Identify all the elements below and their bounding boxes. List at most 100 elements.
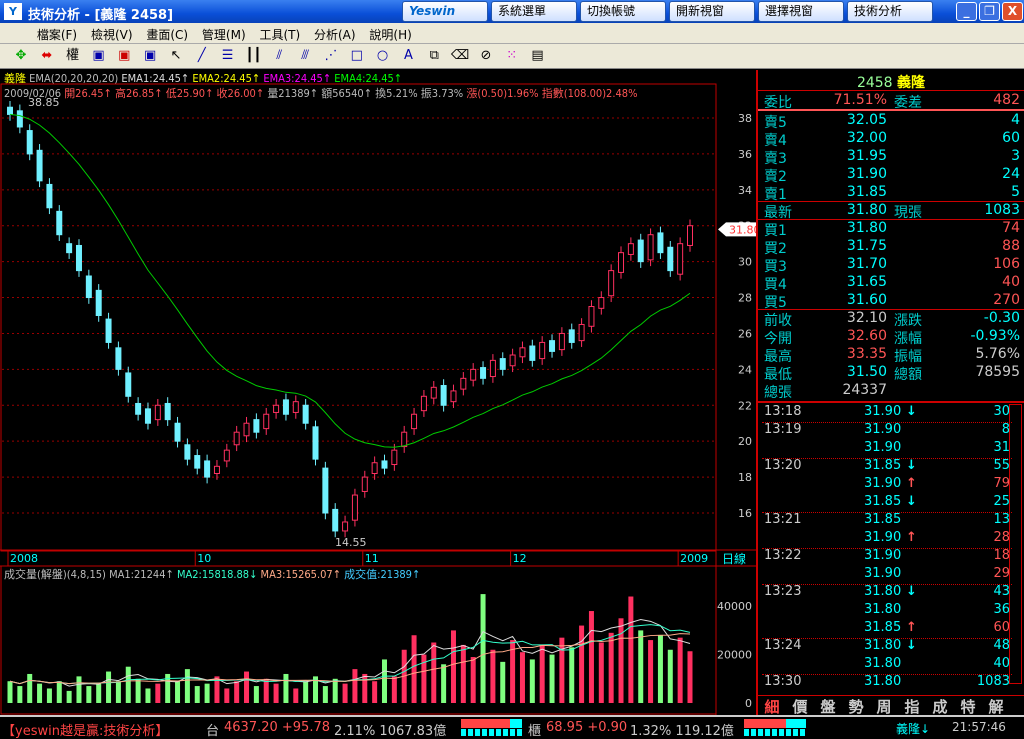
- tick-qty: 55: [993, 458, 1010, 473]
- weight-button[interactable]: 權: [62, 47, 84, 65]
- text-icon[interactable]: A: [397, 47, 419, 65]
- tab-4[interactable]: 周: [870, 696, 898, 717]
- tab-5[interactable]: 指: [898, 696, 926, 717]
- tick-qty: 36: [993, 602, 1010, 617]
- tick-direction: ↓: [906, 404, 917, 419]
- window3-icon[interactable]: ▣: [139, 47, 161, 65]
- menu-file[interactable]: 檔案(F): [32, 23, 82, 46]
- tab-0[interactable]: 細: [758, 696, 786, 717]
- candle: [499, 358, 506, 370]
- row-label: 買4: [764, 277, 787, 293]
- volume-bar: [322, 686, 328, 703]
- candle: [519, 347, 526, 358]
- row-price: 32.60: [846, 328, 887, 344]
- tab-3[interactable]: 勢: [842, 696, 870, 717]
- tick-time: 13:21: [764, 512, 802, 527]
- restore-button[interactable]: ❐: [979, 2, 1000, 21]
- tick-price: 31.80: [864, 638, 902, 653]
- bar-high: 高26.85↑: [114, 87, 163, 100]
- system-menu-button[interactable]: 系統選單: [491, 1, 577, 22]
- tick-time: 13:23: [764, 584, 802, 599]
- tick-row: 13:23 31.80 ↓ 43: [762, 584, 1010, 602]
- tick-row: 31.90 31: [762, 440, 1010, 458]
- tab-7[interactable]: 特: [954, 696, 982, 717]
- switch-account-button[interactable]: 切換帳號: [580, 1, 666, 22]
- row-qty: -0.93%: [970, 328, 1020, 344]
- candle: [420, 395, 427, 412]
- menu-manage[interactable]: 管理(M): [197, 23, 251, 46]
- tech-analysis-button[interactable]: 技術分析: [847, 1, 933, 22]
- bar-change: 漲(0.50)1.96%: [466, 87, 539, 100]
- fan-icon[interactable]: ⫽: [268, 47, 290, 65]
- vol-ma2: MA2:15818.88↓: [176, 568, 258, 581]
- diff-value: 482: [993, 92, 1020, 108]
- tab-6[interactable]: 成: [926, 696, 954, 717]
- eraser-icon[interactable]: ⌫: [449, 47, 471, 65]
- menu-analysis[interactable]: 分析(A): [309, 23, 361, 46]
- clear-icon[interactable]: ⊘: [475, 47, 497, 65]
- candle: [332, 508, 339, 532]
- row-price: 31.50: [846, 364, 887, 380]
- scrollbar[interactable]: [1009, 404, 1022, 684]
- tick-row: 31.90 ↑ 28: [762, 530, 1010, 548]
- vlines-icon[interactable]: ┃┃: [242, 47, 264, 65]
- tick-qty: 43: [993, 584, 1010, 599]
- ask-row: 賣1 31.85 5: [762, 184, 1022, 203]
- price-chart[interactable]: 1618202224262830323436382008101112200902…: [0, 68, 756, 715]
- minimize-button[interactable]: _: [956, 2, 977, 21]
- volume-bar: [253, 686, 259, 703]
- period-label[interactable]: 日線: [722, 551, 746, 566]
- parallel-icon[interactable]: ☰: [217, 47, 239, 65]
- x-tick-label: 11: [365, 552, 379, 565]
- volume-bar: [470, 657, 476, 703]
- y-tick-label: 20: [738, 435, 752, 448]
- volume-bar: [194, 686, 200, 703]
- window2-icon[interactable]: ▣: [113, 47, 135, 65]
- select-window-button[interactable]: 選擇視窗: [758, 1, 844, 22]
- tick-qty: 40: [993, 656, 1010, 671]
- candle: [549, 340, 556, 352]
- volume-bar: [155, 683, 161, 703]
- volume-bar: [559, 637, 565, 703]
- y-tick-label: 22: [738, 399, 752, 412]
- channel-icon[interactable]: ⫻: [294, 47, 316, 65]
- bar-close: 收26.00↑: [216, 87, 265, 100]
- candle: [440, 385, 447, 406]
- tab-8[interactable]: 解: [982, 696, 1010, 717]
- candle: [480, 367, 487, 379]
- diag-icon[interactable]: ⋰: [320, 47, 342, 65]
- volume-bar: [56, 681, 62, 703]
- line-icon[interactable]: ╱: [191, 47, 213, 65]
- brand-text: 【yeswin越是贏:技術分析】: [2, 724, 169, 739]
- save-icon[interactable]: ▤: [527, 47, 549, 65]
- y-tick-label: 36: [738, 148, 752, 161]
- tick-qty: 13: [993, 512, 1010, 527]
- new-window-button[interactable]: 開新視窗: [669, 1, 755, 22]
- bar-turnover: 換5.21%: [375, 87, 418, 100]
- move-icon[interactable]: ✥: [10, 47, 32, 65]
- y-tick-label: 16: [738, 507, 752, 520]
- window1-icon[interactable]: ▣: [87, 47, 109, 65]
- color-icon[interactable]: ⁙: [501, 47, 523, 65]
- volume-bar: [539, 644, 545, 703]
- close-button[interactable]: X: [1002, 2, 1023, 21]
- tick-price: 31.85: [864, 620, 902, 635]
- ohlc-legend: 2009/02/06 開26.45↑ 高26.85↑ 低25.90↑ 收26.0…: [4, 85, 638, 101]
- bid-ratio-row: 委比 71.51% 委差 482: [762, 92, 1022, 111]
- candle: [154, 404, 161, 421]
- volume-bar: [648, 640, 654, 703]
- tab-2[interactable]: 盤: [814, 696, 842, 717]
- menu-view[interactable]: 檢視(V): [86, 23, 138, 46]
- ellipse-icon[interactable]: ○: [372, 47, 394, 65]
- volume-bar: [579, 625, 585, 703]
- cursor-icon[interactable]: ↖: [165, 47, 187, 65]
- menu-screen[interactable]: 畫面(C): [141, 23, 193, 46]
- tab-1[interactable]: 價: [786, 696, 814, 717]
- copy-icon[interactable]: ⧉: [423, 47, 445, 65]
- yeswin-logo[interactable]: Yeswin: [402, 1, 488, 22]
- rect-icon[interactable]: □: [346, 47, 368, 65]
- status-stock[interactable]: 義隆↓: [896, 720, 930, 737]
- arrow-icon[interactable]: ⬌: [36, 47, 58, 65]
- menu-help[interactable]: 說明(H): [364, 23, 416, 46]
- menu-tools[interactable]: 工具(T): [254, 23, 305, 46]
